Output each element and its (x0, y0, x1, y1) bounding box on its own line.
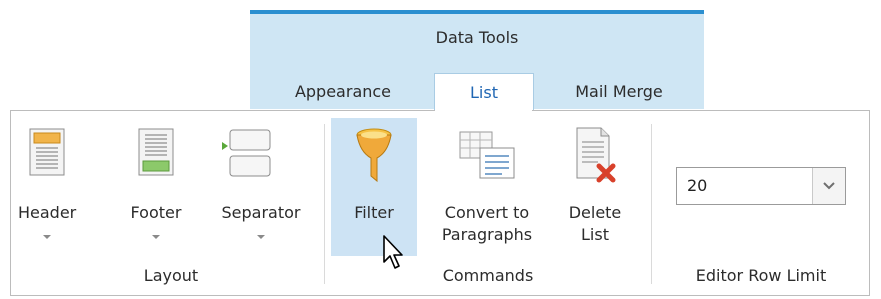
group-label-commands: Commands (442, 266, 534, 285)
convert-to-paragraphs-button[interactable]: Convert to Paragraphs (428, 118, 546, 256)
context-title: Data Tools (435, 28, 519, 47)
active-tab-connector (435, 108, 532, 112)
chevron-down-icon (152, 235, 160, 239)
group-label-layout: Layout (143, 266, 199, 285)
mouse-pointer-icon (383, 235, 403, 269)
chevron-down-icon (257, 235, 265, 239)
tab-list[interactable]: List (434, 73, 534, 112)
group-divider (651, 124, 652, 284)
tab-appearance[interactable]: Appearance (268, 73, 418, 111)
convert-paragraphs-icon (459, 131, 515, 179)
editor-row-limit-value[interactable]: 20 (687, 168, 707, 204)
delete-list-icon (576, 127, 616, 183)
separator-icon (222, 129, 271, 177)
convert-label-line1: Convert to (444, 203, 530, 222)
funnel-icon (356, 128, 392, 183)
separator-button[interactable]: Separator (206, 118, 316, 256)
tab-mail-merge[interactable]: Mail Merge (549, 73, 689, 111)
convert-label-line2: Paragraphs (441, 225, 533, 244)
footer-icon (138, 128, 174, 176)
footer-button[interactable]: Footer (120, 118, 192, 256)
chevron-down-icon (43, 235, 51, 239)
editor-row-limit-combo[interactable]: 20 (676, 167, 846, 205)
group-divider (324, 124, 325, 284)
chevron-down-icon (823, 182, 835, 190)
delete-list-button[interactable]: Delete List (556, 118, 634, 256)
header-button[interactable]: Header (18, 118, 76, 256)
delete-list-button-label: Delete List (556, 202, 634, 246)
delete-label-line2: List (581, 225, 609, 244)
header-icon (29, 128, 65, 176)
separator-button-label: Separator (221, 203, 301, 222)
header-button-label: Header (18, 203, 77, 222)
footer-button-label: Footer (130, 203, 182, 222)
filter-button-label: Filter (354, 203, 394, 222)
delete-label-line1: Delete (568, 203, 622, 222)
combo-dropdown-button[interactable] (812, 168, 845, 204)
group-label-editor-row-limit: Editor Row Limit (695, 266, 827, 285)
convert-button-label: Convert to Paragraphs (428, 202, 546, 246)
